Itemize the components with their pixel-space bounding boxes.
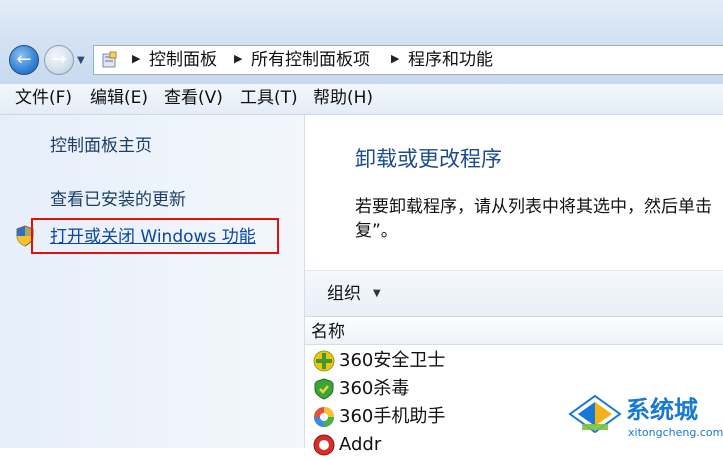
program-name: 360手机助手	[339, 406, 446, 427]
site-watermark: 系统城 xitongcheng.com	[566, 392, 723, 448]
page-description: 若要卸载程序，请从列表中将其选中，然后单击	[355, 197, 712, 217]
program-name: 360杀毒	[339, 378, 410, 399]
program-name: 360安全卫士	[339, 350, 446, 371]
control-panel-folder-icon	[102, 51, 117, 68]
breadcrumb-programs-features[interactable]: 程序和功能	[408, 50, 493, 70]
menu-file[interactable]: 文件(F)	[15, 88, 72, 108]
breadcrumb-separator-icon: ▶	[132, 52, 141, 65]
breadcrumb-separator-icon: ▶	[391, 52, 400, 65]
breadcrumb-control-panel[interactable]: 控制面板	[149, 50, 217, 70]
360-safeguard-icon	[313, 350, 335, 372]
forward-arrow-icon: →	[51, 49, 67, 70]
menu-view[interactable]: 查看(V)	[164, 88, 223, 108]
chevron-down-icon: ▼	[373, 288, 381, 299]
menu-bar: 文件(F) 编辑(E) 查看(V) 工具(T) 帮助(H)	[0, 84, 723, 115]
watermark-url: xitongcheng.com	[628, 426, 723, 439]
forward-button[interactable]: →	[44, 45, 74, 75]
page-description-continued: 复”。	[355, 221, 398, 241]
program-name: Addr	[339, 434, 382, 455]
addr-icon	[313, 434, 335, 456]
breadcrumb-separator-icon: ▶	[234, 52, 243, 65]
watermark-name: 系统城	[626, 396, 698, 424]
360-mobile-assistant-icon	[314, 407, 334, 427]
breadcrumb-all-items[interactable]: 所有控制面板项	[251, 50, 370, 70]
task-pane	[0, 115, 305, 448]
back-arrow-icon: ←	[16, 49, 32, 70]
column-header-label: 名称	[311, 322, 345, 342]
address-box[interactable]: ▶ 控制面板 ▶ 所有控制面板项 ▶ 程序和功能	[93, 45, 723, 75]
menu-tools[interactable]: 工具(T)	[240, 88, 298, 108]
360-antivirus-icon	[314, 378, 334, 400]
command-bar: 组织 ▼	[305, 270, 723, 317]
highlight-annotation-box	[31, 218, 279, 254]
view-installed-updates-link[interactable]: 查看已安装的更新	[50, 190, 186, 210]
column-header-name[interactable]: 名称	[305, 320, 723, 345]
organize-button[interactable]: 组织	[327, 284, 361, 304]
program-row[interactable]: 360安全卫士	[305, 347, 723, 375]
recent-pages-dropdown-icon[interactable]: ▼	[77, 55, 85, 66]
back-button[interactable]: ←	[9, 45, 39, 75]
watermark-logo-icon	[568, 394, 622, 434]
menu-help[interactable]: 帮助(H)	[313, 88, 373, 108]
control-panel-home-link[interactable]: 控制面板主页	[50, 136, 152, 156]
menu-edit[interactable]: 编辑(E)	[90, 88, 148, 108]
page-title: 卸载或更改程序	[355, 147, 502, 171]
address-toolbar: ← → ▼ ▶ 控制面板 ▶ 所有控制面板项 ▶ 程序和功能	[0, 0, 723, 84]
